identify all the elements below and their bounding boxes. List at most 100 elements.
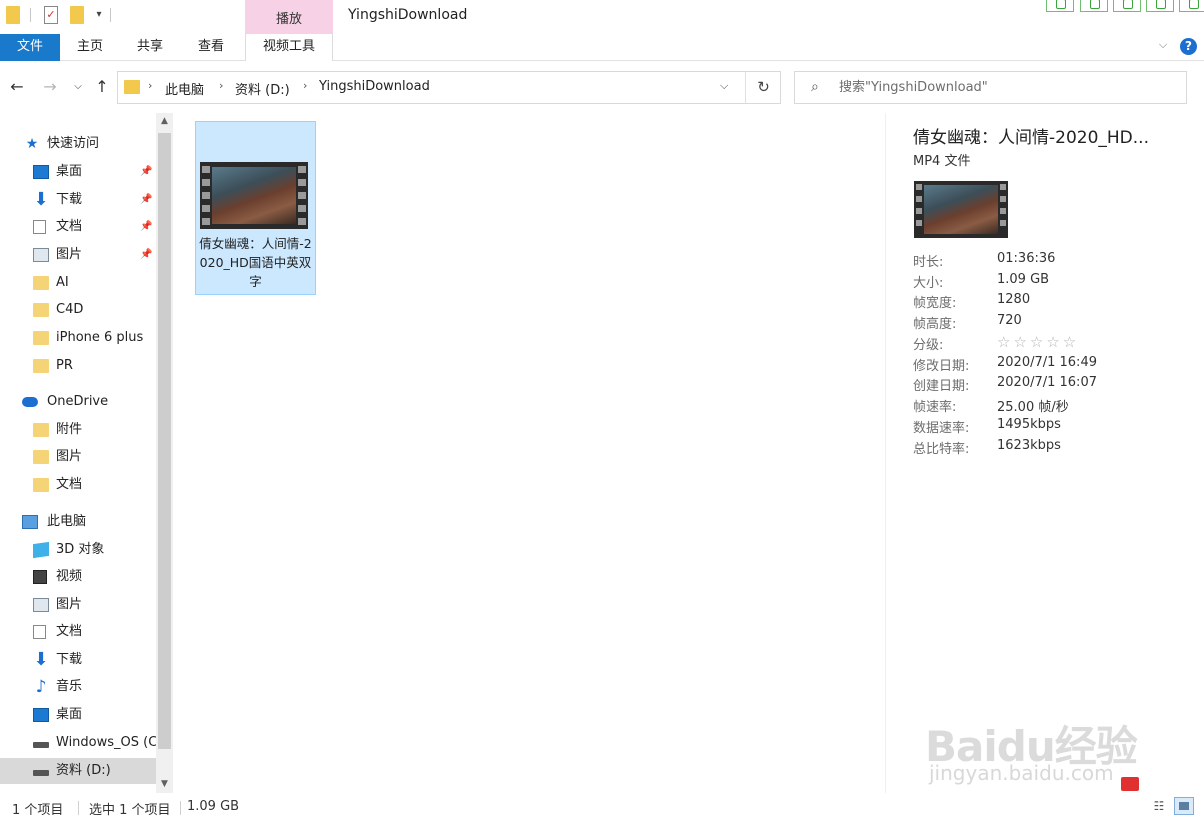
nav-item-onedrive-documents[interactable]: 文档 (0, 472, 156, 498)
nav-item-music[interactable]: ♪ 音乐 (0, 674, 156, 700)
nav-item-attachments[interactable]: 附件 (0, 417, 156, 443)
details-view-icon[interactable]: ☷ (1150, 797, 1168, 815)
status-selected: 选中 1 个项目 (89, 803, 171, 818)
folder-icon (33, 331, 49, 345)
tab-view[interactable]: 查看 (181, 34, 241, 61)
nav-item-folder-pr[interactable]: PR (0, 353, 156, 379)
film-sprocket (298, 218, 306, 225)
toolbar-button[interactable] (1146, 0, 1174, 12)
tab-share[interactable]: 共享 (120, 34, 180, 61)
film-sprocket (298, 205, 306, 212)
nav-item-pictures[interactable]: 图片 📌 (0, 242, 156, 268)
scroll-down-arrow-icon[interactable]: ▼ (156, 776, 173, 793)
nav-scrollbar[interactable]: ▲ ▼ (156, 113, 173, 793)
tab-home[interactable]: 主页 (60, 34, 120, 61)
prop-value: 1.09 GB (997, 272, 1050, 287)
address-bar[interactable]: › 此电脑 › 资料 (D:) › YingshiDownload ⌵ ↻ (117, 71, 781, 104)
nav-label: 3D 对象 (56, 542, 105, 557)
nav-onedrive[interactable]: OneDrive (0, 389, 156, 415)
up-arrow-icon[interactable]: ↑ (92, 75, 112, 99)
chevron-right-icon[interactable]: › (219, 79, 223, 92)
nav-item-drive-d[interactable]: 资料 (D:) (0, 758, 156, 784)
prop-modified-date: 修改日期: 2020/7/1 16:49 (913, 355, 1193, 375)
drive-icon (33, 770, 49, 776)
toolbar-button[interactable] (1080, 0, 1108, 12)
prop-value: 720 (997, 313, 1022, 328)
toolbar-button[interactable] (1113, 0, 1141, 12)
chevron-down-icon[interactable]: ⌵ (1155, 37, 1171, 53)
file-item[interactable]: 倩女幽魂：人间情-2020_HD国语中英双字 (195, 121, 316, 295)
nav-item-videos[interactable]: 视频 (0, 564, 156, 590)
nav-item-pc-pictures[interactable]: 图片 (0, 592, 156, 618)
details-file-type: MP4 文件 (913, 154, 971, 169)
help-icon[interactable]: ? (1180, 38, 1197, 55)
pin-icon[interactable]: 📌 (140, 187, 152, 213)
breadcrumb-this-pc[interactable]: 此电脑 (165, 79, 204, 98)
search-input[interactable] (839, 72, 1179, 103)
new-folder-icon[interactable] (70, 6, 84, 24)
nav-item-folder-iphone[interactable]: iPhone 6 plus (0, 325, 156, 351)
film-sprocket (916, 196, 922, 202)
back-arrow-icon[interactable]: ← (7, 75, 27, 99)
chevron-down-icon[interactable]: ⌵ (720, 79, 728, 93)
properties-icon[interactable]: ✓ (44, 6, 58, 24)
recent-locations-chevron-icon[interactable]: ⌵ (68, 75, 88, 99)
scroll-up-arrow-icon[interactable]: ▲ (156, 113, 173, 130)
nav-label: Windows_OS (C (56, 735, 156, 750)
prop-frame-width: 帧宽度: 1280 (913, 292, 1193, 312)
breadcrumb-drive-d[interactable]: 资料 (D:) (235, 79, 290, 98)
pin-icon[interactable]: 📌 (140, 214, 152, 240)
nav-label: 文档 (56, 219, 83, 234)
chevron-right-icon[interactable]: › (303, 79, 307, 92)
forward-arrow-icon[interactable]: → (40, 75, 60, 99)
desktop-icon (33, 708, 49, 722)
nav-item-onedrive-pictures[interactable]: 图片 (0, 444, 156, 470)
nav-item-folder-c4d[interactable]: C4D (0, 297, 156, 323)
nav-item-pc-documents[interactable]: 文档 (0, 619, 156, 645)
prop-label: 分级: (913, 338, 944, 353)
refresh-icon[interactable]: ↻ (745, 72, 781, 103)
folder-icon[interactable] (6, 6, 20, 24)
pin-icon[interactable]: 📌 (140, 159, 152, 185)
nav-item-pc-downloads[interactable]: ⬇ 下载 (0, 647, 156, 673)
file-list[interactable]: 倩女幽魂：人间情-2020_HD国语中英双字 (174, 113, 884, 793)
prop-created-date: 创建日期: 2020/7/1 16:07 (913, 375, 1193, 395)
prop-value: 25.00 帧/秒 (997, 400, 1069, 415)
tab-video-tools[interactable]: 视频工具 (245, 34, 333, 62)
prop-label: 帧速率: (913, 400, 957, 415)
rating-stars[interactable]: ☆☆☆☆☆ (997, 333, 1079, 351)
nav-item-documents[interactable]: 文档 📌 (0, 214, 156, 240)
chevron-right-icon[interactable]: › (148, 79, 152, 92)
watermark: Baidu经验 jingyan.baidu.com (925, 705, 1155, 795)
nav-item-pc-desktop[interactable]: 桌面 (0, 702, 156, 728)
toolbar-button[interactable] (1179, 0, 1204, 12)
prop-label: 总比特率: (913, 442, 970, 457)
pin-icon[interactable]: 📌 (140, 242, 152, 268)
search-box[interactable]: ⌕ (794, 71, 1187, 104)
prop-value: 1280 (997, 292, 1031, 307)
nav-label: 视频 (56, 569, 83, 584)
nav-quick-access[interactable]: ★ 快速访问 (0, 131, 156, 157)
customize-toolbar-icon[interactable]: ▾ (92, 6, 106, 24)
nav-item-drive-c[interactable]: Windows_OS (C (0, 730, 156, 756)
details-thumbnail (914, 181, 1008, 238)
film-sprocket (202, 179, 210, 186)
nav-item-desktop[interactable]: 桌面 📌 (0, 159, 156, 185)
film-sprocket (202, 166, 210, 173)
nav-this-pc[interactable]: 此电脑 (0, 509, 156, 535)
toolbar-button[interactable] (1046, 0, 1074, 12)
watermark-url: jingyan.baidu.com (929, 761, 1114, 785)
nav-item-3d-objects[interactable]: 3D 对象 (0, 537, 156, 563)
nav-item-folder-ai[interactable]: AI (0, 270, 156, 296)
contextual-tab-play[interactable]: 播放 (245, 0, 333, 34)
nav-label: 附件 (56, 422, 83, 437)
breadcrumb-current-folder[interactable]: YingshiDownload (319, 79, 430, 94)
navigation-pane: ★ 快速访问 桌面 📌 ⬇ 下载 📌 文档 📌 图片 📌 AI C4D iPho… (0, 113, 173, 793)
nav-item-downloads[interactable]: ⬇ 下载 📌 (0, 187, 156, 213)
folder-icon (33, 276, 49, 290)
scroll-thumb[interactable] (158, 133, 171, 749)
folder-icon (33, 359, 49, 373)
contextual-tab-play-label: 播放 (275, 12, 302, 27)
tab-file[interactable]: 文件 (0, 34, 60, 61)
large-icons-view-icon[interactable] (1174, 797, 1194, 815)
